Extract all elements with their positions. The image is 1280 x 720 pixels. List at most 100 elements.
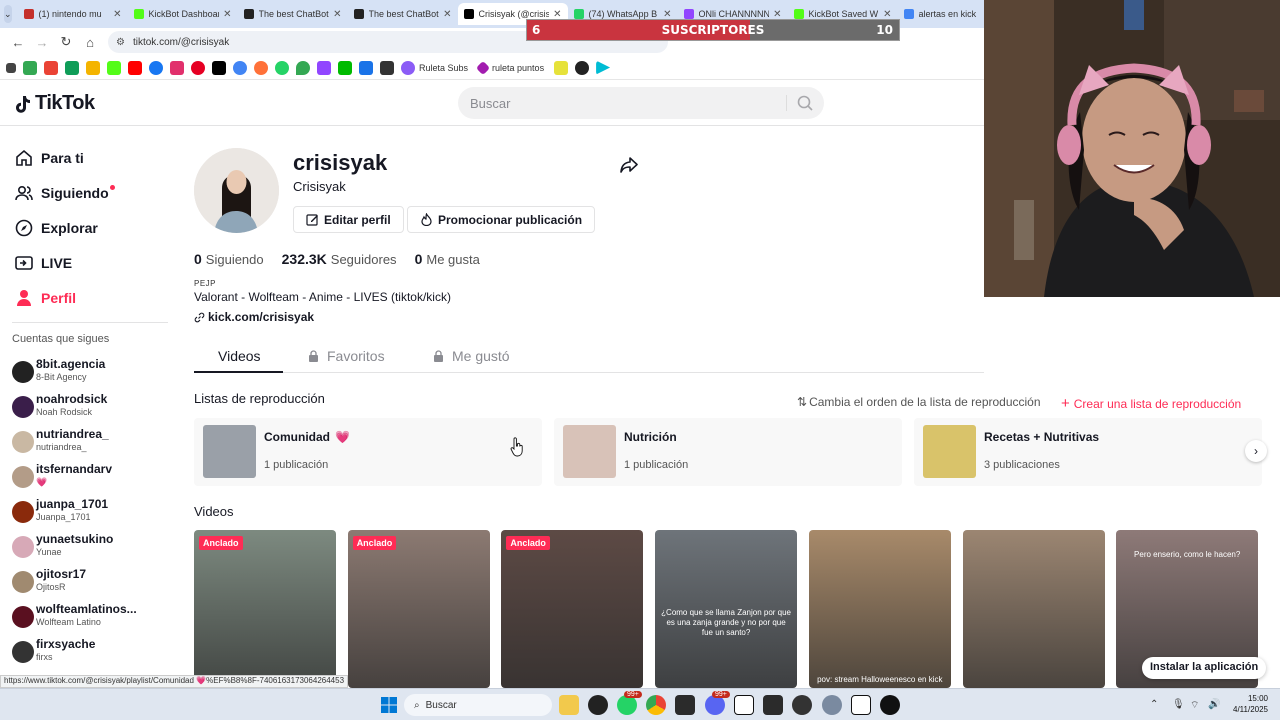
back-icon[interactable]: ←: [6, 35, 30, 50]
settings-icon[interactable]: [822, 695, 842, 715]
following-label[interactable]: Siguiendo: [206, 252, 264, 267]
bookmark-chrome-icon[interactable]: [233, 60, 247, 75]
tab-close-icon[interactable]: ✕: [333, 9, 341, 20]
search-icon[interactable]: [796, 94, 814, 112]
nav-perfil[interactable]: Perfil: [14, 288, 76, 308]
home-browser-icon[interactable]: ⌂: [78, 35, 102, 50]
tab-close-icon[interactable]: ✕: [883, 9, 891, 20]
bookmark-gmail-icon[interactable]: [44, 60, 58, 75]
discord-icon[interactable]: [705, 695, 725, 715]
bookmark-play-icon[interactable]: [596, 60, 611, 75]
tab-close-icon[interactable]: ✕: [113, 9, 121, 20]
tray-chevron-icon[interactable]: ⌃: [1150, 699, 1158, 710]
browser-tab[interactable]: (1) nintendo mu ✕: [18, 3, 128, 25]
bookmark-pinterest-icon[interactable]: [191, 60, 205, 75]
bookmark-instagram-icon[interactable]: [170, 60, 184, 75]
following-account[interactable]: juanpa_1701 Juanpa_1701: [12, 497, 180, 529]
profile-avatar[interactable]: [194, 148, 279, 233]
playlist-card[interactable]: Nutrición 1 publicación: [554, 418, 902, 486]
obs-icon[interactable]: [792, 695, 812, 715]
bookmark-ruleta-subs[interactable]: Ruleta Subs: [401, 60, 468, 75]
browser-tab[interactable]: The best ChatBot ✕: [238, 3, 348, 25]
bookmark-maps-icon[interactable]: [296, 60, 310, 75]
bookmark-folder-icon[interactable]: [554, 60, 569, 75]
nav-para-ti[interactable]: Para ti: [14, 148, 84, 168]
bookmark-github-icon[interactable]: [575, 60, 590, 75]
bookmark-calendar-icon[interactable]: [359, 60, 373, 75]
video-thumbnail[interactable]: Anclado: [501, 530, 644, 688]
bookmark-kick-icon[interactable]: [107, 60, 121, 75]
reorder-playlists-button[interactable]: ⇅ Cambia el orden de la lista de reprodu…: [797, 395, 1041, 409]
following-account[interactable]: yunaetsukino Yunae: [12, 532, 180, 564]
create-playlist-button[interactable]: + Crear una lista de reproducción: [1061, 395, 1241, 412]
notion2-icon[interactable]: [851, 695, 871, 715]
video-thumbnail[interactable]: pov: stream Halloweenesco en kick: [808, 530, 951, 688]
followers-label[interactable]: Seguidores: [331, 252, 397, 267]
following-account[interactable]: firxsyache firxs: [12, 637, 180, 669]
microphone-icon[interactable]: 🎙: [1172, 699, 1185, 710]
following-account[interactable]: ojitosr17 OjitosR: [12, 567, 180, 599]
nav-explorar[interactable]: Explorar: [14, 218, 98, 238]
bookmark-docs-icon[interactable]: [86, 60, 100, 75]
tab-close-icon[interactable]: ✕: [223, 9, 231, 20]
site-info-icon[interactable]: ⚙: [116, 37, 125, 48]
bookmark-twitch-icon[interactable]: [317, 60, 331, 75]
following-account[interactable]: wolfteamlatinos... Wolfteam Latino: [12, 602, 180, 634]
taskbar-clock[interactable]: 15:00 4/11/2025: [1226, 693, 1268, 715]
tab-favoritos[interactable]: Favoritos: [308, 348, 385, 364]
wifi-icon[interactable]: ⌔: [1190, 699, 1199, 712]
promote-button[interactable]: Promocionar publicación: [407, 206, 596, 233]
video-thumbnail[interactable]: ¿Como que se llama Zanjon por que es una…: [655, 530, 798, 688]
browser-tab[interactable]: KickBot Dashboard ✕: [128, 3, 238, 25]
tab-close-icon[interactable]: ✕: [443, 9, 451, 20]
file-explorer-icon[interactable]: [559, 695, 579, 715]
bookmark-whatsapp-icon[interactable]: [275, 60, 289, 75]
video-thumbnail[interactable]: Anclado: [347, 530, 490, 688]
chatgpt-icon[interactable]: [588, 695, 608, 715]
browser-tab[interactable]: alertas en kick✕: [898, 3, 984, 25]
chrome-taskbar-icon[interactable]: [646, 695, 666, 715]
bookmark-facebook-icon[interactable]: [149, 60, 163, 75]
capcut-icon[interactable]: [675, 695, 695, 715]
following-account[interactable]: 8bit.agencia 8-Bit Agency: [12, 357, 180, 389]
share-icon[interactable]: [619, 155, 639, 175]
bookmark-drive-icon[interactable]: [23, 60, 37, 75]
capcut2-icon[interactable]: [763, 695, 783, 715]
bookmark-shield-icon[interactable]: [380, 60, 394, 75]
forward-icon[interactable]: →: [30, 35, 54, 50]
tab-close-icon[interactable]: ✕: [553, 9, 561, 20]
reload-icon[interactable]: ↻: [54, 34, 78, 50]
nav-live[interactable]: LIVE: [14, 253, 72, 273]
tiktok-logo[interactable]: TikTok: [12, 92, 95, 115]
whatsapp-taskbar-icon[interactable]: [617, 695, 637, 715]
tab-search-button[interactable]: ⌄: [4, 5, 12, 23]
bookmark-youtube-icon[interactable]: [128, 60, 142, 75]
bookmark-kick2-icon[interactable]: [338, 60, 352, 75]
browser-tab[interactable]: The best ChatBot ✕: [348, 3, 458, 25]
tab-me-gusto[interactable]: Me gustó: [433, 348, 510, 364]
tiktok-search-input[interactable]: Buscar: [458, 87, 824, 119]
nav-siguiendo[interactable]: Siguiendo: [14, 183, 115, 203]
bookmark-tiktok-icon[interactable]: [212, 60, 226, 75]
playlists-next-button[interactable]: ›: [1245, 440, 1267, 462]
volume-icon[interactable]: 🔊: [1208, 699, 1220, 710]
install-app-button[interactable]: Instalar la aplicación: [1142, 657, 1267, 679]
tab-videos[interactable]: Videos: [218, 348, 261, 364]
video-thumbnail[interactable]: Anclado: [194, 530, 336, 688]
playlist-card[interactable]: Comunidad 💗 1 publicación: [194, 418, 542, 486]
tab-close-icon[interactable]: ✕: [663, 9, 671, 20]
playlist-card[interactable]: Recetas + Nutritivas 3 publicaciones: [914, 418, 1262, 486]
following-account[interactable]: itsfernandarv 💗: [12, 462, 180, 494]
following-account[interactable]: nutriandrea_ nutriandrea_: [12, 427, 180, 459]
bookmark-ruleta-puntos[interactable]: ruleta puntos: [475, 60, 544, 75]
profile-link[interactable]: kick.com/crisisyak: [194, 310, 314, 324]
edit-profile-button[interactable]: Editar perfil: [293, 206, 404, 233]
windows-start-icon[interactable]: [381, 697, 397, 713]
apps-icon[interactable]: [6, 62, 16, 73]
tab-close-icon[interactable]: ✕: [773, 9, 781, 20]
video-thumbnail[interactable]: [962, 530, 1105, 688]
bookmark-firefox-icon[interactable]: [254, 60, 268, 75]
media-player-icon[interactable]: [880, 695, 900, 715]
taskbar-search[interactable]: ⌕ Buscar: [404, 694, 552, 716]
bookmark-sheets-icon[interactable]: [65, 60, 79, 75]
